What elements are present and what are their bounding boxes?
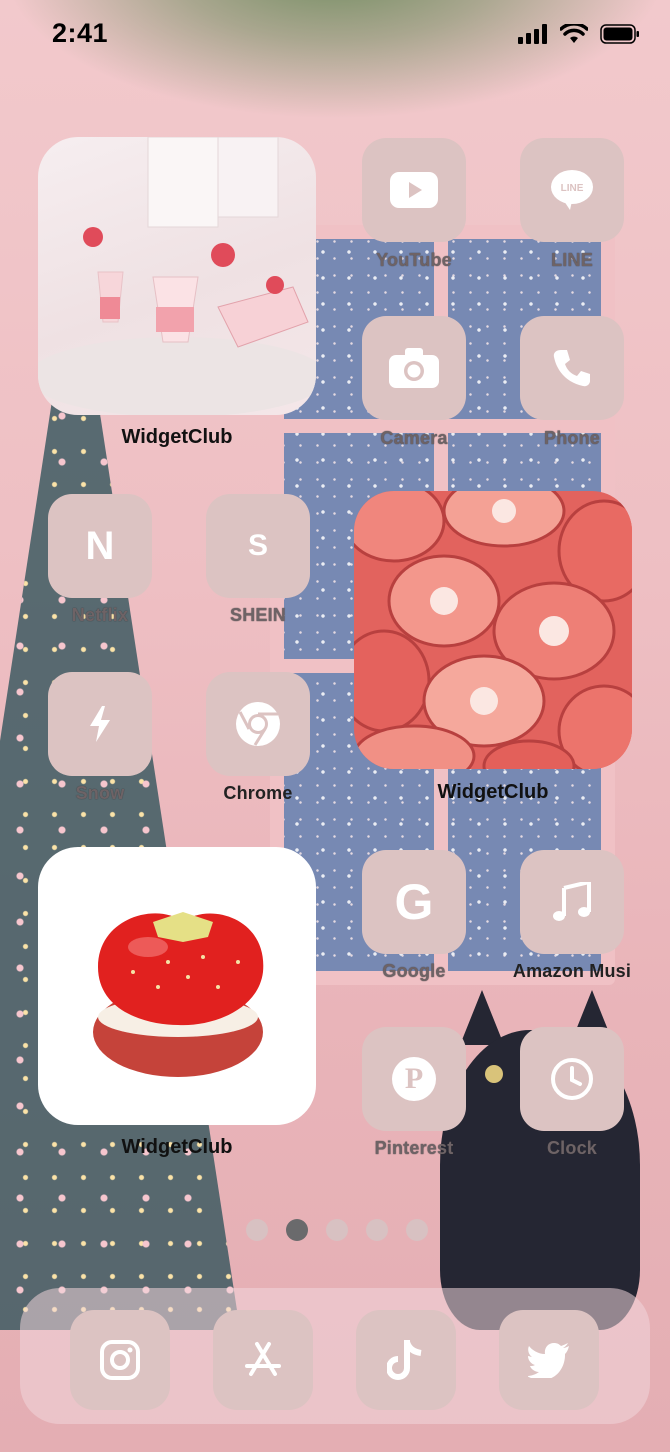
- app-chrome[interactable]: [206, 672, 310, 776]
- widget-dessert-photo[interactable]: [38, 137, 316, 415]
- app-netflix[interactable]: N: [48, 494, 152, 598]
- app-line[interactable]: LINE: [520, 138, 624, 242]
- widget-label: WidgetClub: [121, 426, 233, 448]
- app-label-chrome: Chrome: [223, 783, 293, 803]
- app-label-google: Google: [382, 961, 446, 981]
- strawberry-dessert-image: [38, 137, 316, 415]
- app-youtube[interactable]: [362, 138, 466, 242]
- phone-icon: [553, 350, 590, 387]
- app-label-camera: Camera: [380, 428, 448, 448]
- dock: [20, 1288, 650, 1424]
- app-label-youtube: YouTube: [376, 250, 452, 270]
- tiktok-icon: [387, 1340, 422, 1380]
- music-note-icon: [553, 882, 591, 921]
- chrome-icon: [236, 702, 280, 746]
- widget-macaron-photo[interactable]: [38, 847, 316, 1125]
- app-amazon-music[interactable]: [520, 850, 624, 954]
- page-dot[interactable]: [326, 1219, 348, 1241]
- google-icon: G: [394, 874, 434, 930]
- app-pinterest[interactable]: P: [362, 1027, 466, 1131]
- camera-icon: [389, 348, 439, 388]
- widget-label: WidgetClub: [121, 1136, 233, 1158]
- shein-icon: S: [247, 529, 268, 562]
- pinterest-icon: P: [392, 1057, 436, 1101]
- app-label-clock: Clock: [546, 1138, 598, 1158]
- widget-strawberry-pattern[interactable]: [354, 491, 632, 769]
- app-camera[interactable]: [362, 316, 466, 420]
- wifi-icon: [560, 24, 588, 43]
- page-dot[interactable]: [366, 1219, 388, 1241]
- dock-app-instagram[interactable]: [70, 1310, 170, 1410]
- app-label-shein: SHEIN: [229, 605, 286, 625]
- status-bar: 2:41: [0, 0, 670, 70]
- dock-app-app-store[interactable]: [213, 1310, 313, 1410]
- app-store-icon: [245, 1342, 281, 1376]
- app-label-pinterest: Pinterest: [374, 1138, 454, 1158]
- strawberry-pattern-image: [354, 491, 632, 769]
- home-screen: 2:41 WidgetClub YouTube LINE LINE Camera…: [0, 0, 670, 1452]
- line-icon: LINE: [551, 170, 593, 210]
- app-label-netflix: Netflix: [71, 605, 129, 625]
- app-snow[interactable]: [48, 672, 152, 776]
- app-label-snow: Snow: [75, 783, 125, 803]
- page-dot[interactable]: [406, 1219, 428, 1241]
- app-google[interactable]: G: [362, 850, 466, 954]
- signal-icon: [518, 24, 547, 44]
- page-dot[interactable]: [246, 1219, 268, 1241]
- page-dot-active[interactable]: [286, 1219, 308, 1241]
- strawberry-macaron-image: [93, 912, 264, 1077]
- app-label-line: LINE: [551, 250, 593, 270]
- battery-icon: [600, 24, 639, 44]
- app-label-amazon-music: Amazon Musi: [512, 961, 632, 981]
- twitter-icon: [528, 1343, 569, 1378]
- widget-label: WidgetClub: [437, 781, 549, 803]
- instagram-icon: [100, 1340, 140, 1380]
- netflix-icon: N: [85, 523, 115, 568]
- app-clock[interactable]: [520, 1027, 624, 1131]
- bolt-icon: [90, 706, 110, 742]
- clock-icon: [551, 1058, 593, 1100]
- page-indicator[interactable]: [246, 1219, 428, 1241]
- youtube-icon: [390, 172, 438, 208]
- dock-app-tiktok[interactable]: [356, 1310, 456, 1410]
- dock-app-twitter[interactable]: [499, 1310, 599, 1410]
- app-shein[interactable]: S: [206, 494, 310, 598]
- svg-text:LINE: LINE: [561, 183, 584, 194]
- app-phone[interactable]: [520, 316, 624, 420]
- status-time: 2:41: [52, 18, 109, 48]
- app-label-phone: Phone: [543, 428, 600, 448]
